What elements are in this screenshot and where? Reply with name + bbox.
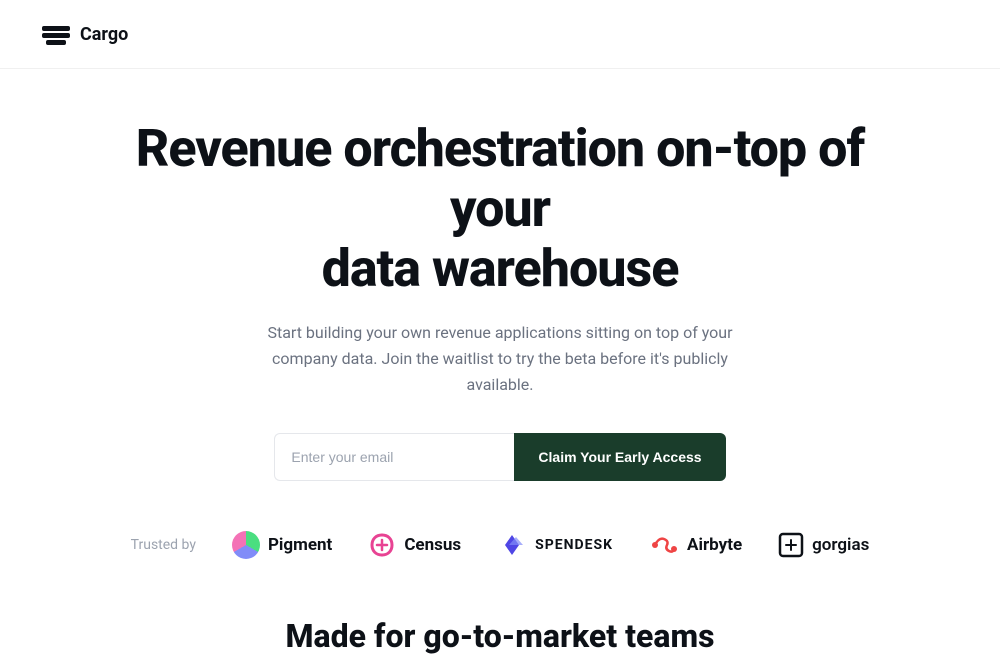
gorgias-label: gorgias [812,535,869,555]
brand-spendesk: SPENDESK [497,531,613,559]
spendesk-label: SPENDESK [535,537,613,553]
cargo-logo-icon [40,18,72,50]
bottom-teaser: Made for go-to-market teams [0,589,1000,655]
logos-row: Pigment Census SPENDESK [232,531,869,559]
brand-airbyte: Airbyte [649,531,742,559]
navbar: Cargo [0,0,1000,69]
census-label: Census [404,535,461,555]
logo[interactable]: Cargo [40,18,128,50]
hero-subtitle: Start building your own revenue applicat… [240,320,760,397]
bottom-teaser-title: Made for go-to-market teams [40,617,960,655]
email-input[interactable] [274,433,514,481]
logo-text: Cargo [80,24,128,45]
brand-gorgias: gorgias [778,532,869,558]
spendesk-icon [497,531,527,559]
hero-title: Revenue orchestration on-top of your dat… [110,119,890,298]
pigment-icon [232,531,260,559]
airbyte-icon [649,531,679,559]
trusted-by-section: Trusted by Pigment Census [91,531,910,559]
pigment-label: Pigment [268,535,332,555]
gorgias-icon [778,532,804,558]
hero-section: Revenue orchestration on-top of your dat… [0,69,1000,589]
cta-button[interactable]: Claim Your Early Access [514,433,725,481]
census-icon [368,531,396,559]
airbyte-label: Airbyte [687,535,742,555]
trusted-label: Trusted by [131,537,196,553]
brand-census: Census [368,531,461,559]
brand-pigment: Pigment [232,531,332,559]
email-form: Claim Your Early Access [274,433,725,481]
